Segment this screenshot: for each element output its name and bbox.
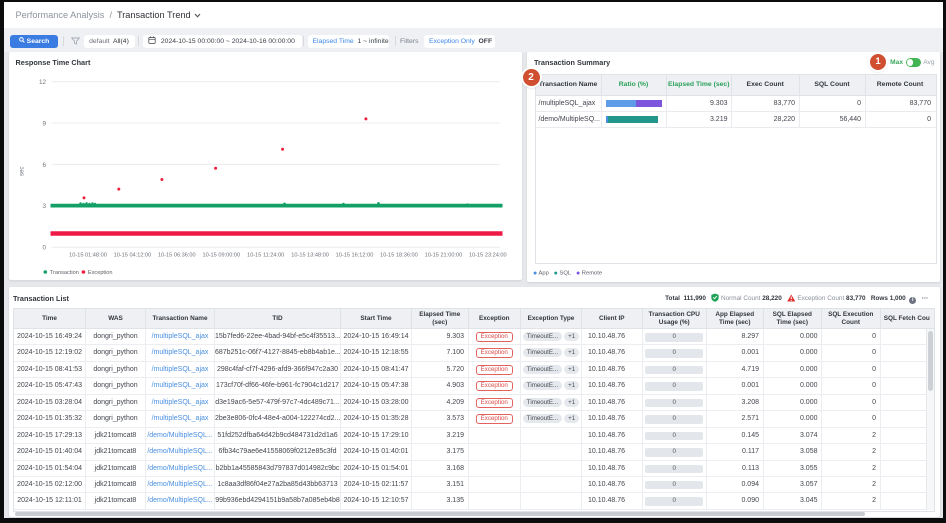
svg-text:6: 6 [42,162,46,169]
svg-text:10-15 11:24:00: 10-15 11:24:00 [247,252,284,258]
svg-text:Exception: Exception [87,270,112,276]
svg-text:10-15 09:00:00: 10-15 09:00:00 [202,252,240,258]
svg-text:10-15 04:12:00: 10-15 04:12:00 [113,252,151,258]
svg-text:sec: sec [19,167,25,176]
svg-text:10-15 06:36:00: 10-15 06:36:00 [157,252,195,258]
svg-text:10-15 13:48:00: 10-15 13:48:00 [291,252,329,258]
svg-text:10-15 21:00:00: 10-15 21:00:00 [424,252,462,258]
svg-text:10-15 01:48:00: 10-15 01:48:00 [69,252,107,258]
svg-text:3: 3 [42,203,46,210]
svg-text:0: 0 [42,245,46,252]
svg-text:Transaction: Transaction [49,270,78,276]
svg-text:10-15 23:24:00: 10-15 23:24:00 [468,252,506,258]
svg-text:12: 12 [38,79,46,86]
svg-text:9: 9 [42,120,46,127]
svg-text:10-15 18:36:00: 10-15 18:36:00 [380,252,418,258]
svg-text:10-15 16:12:00: 10-15 16:12:00 [335,252,373,258]
